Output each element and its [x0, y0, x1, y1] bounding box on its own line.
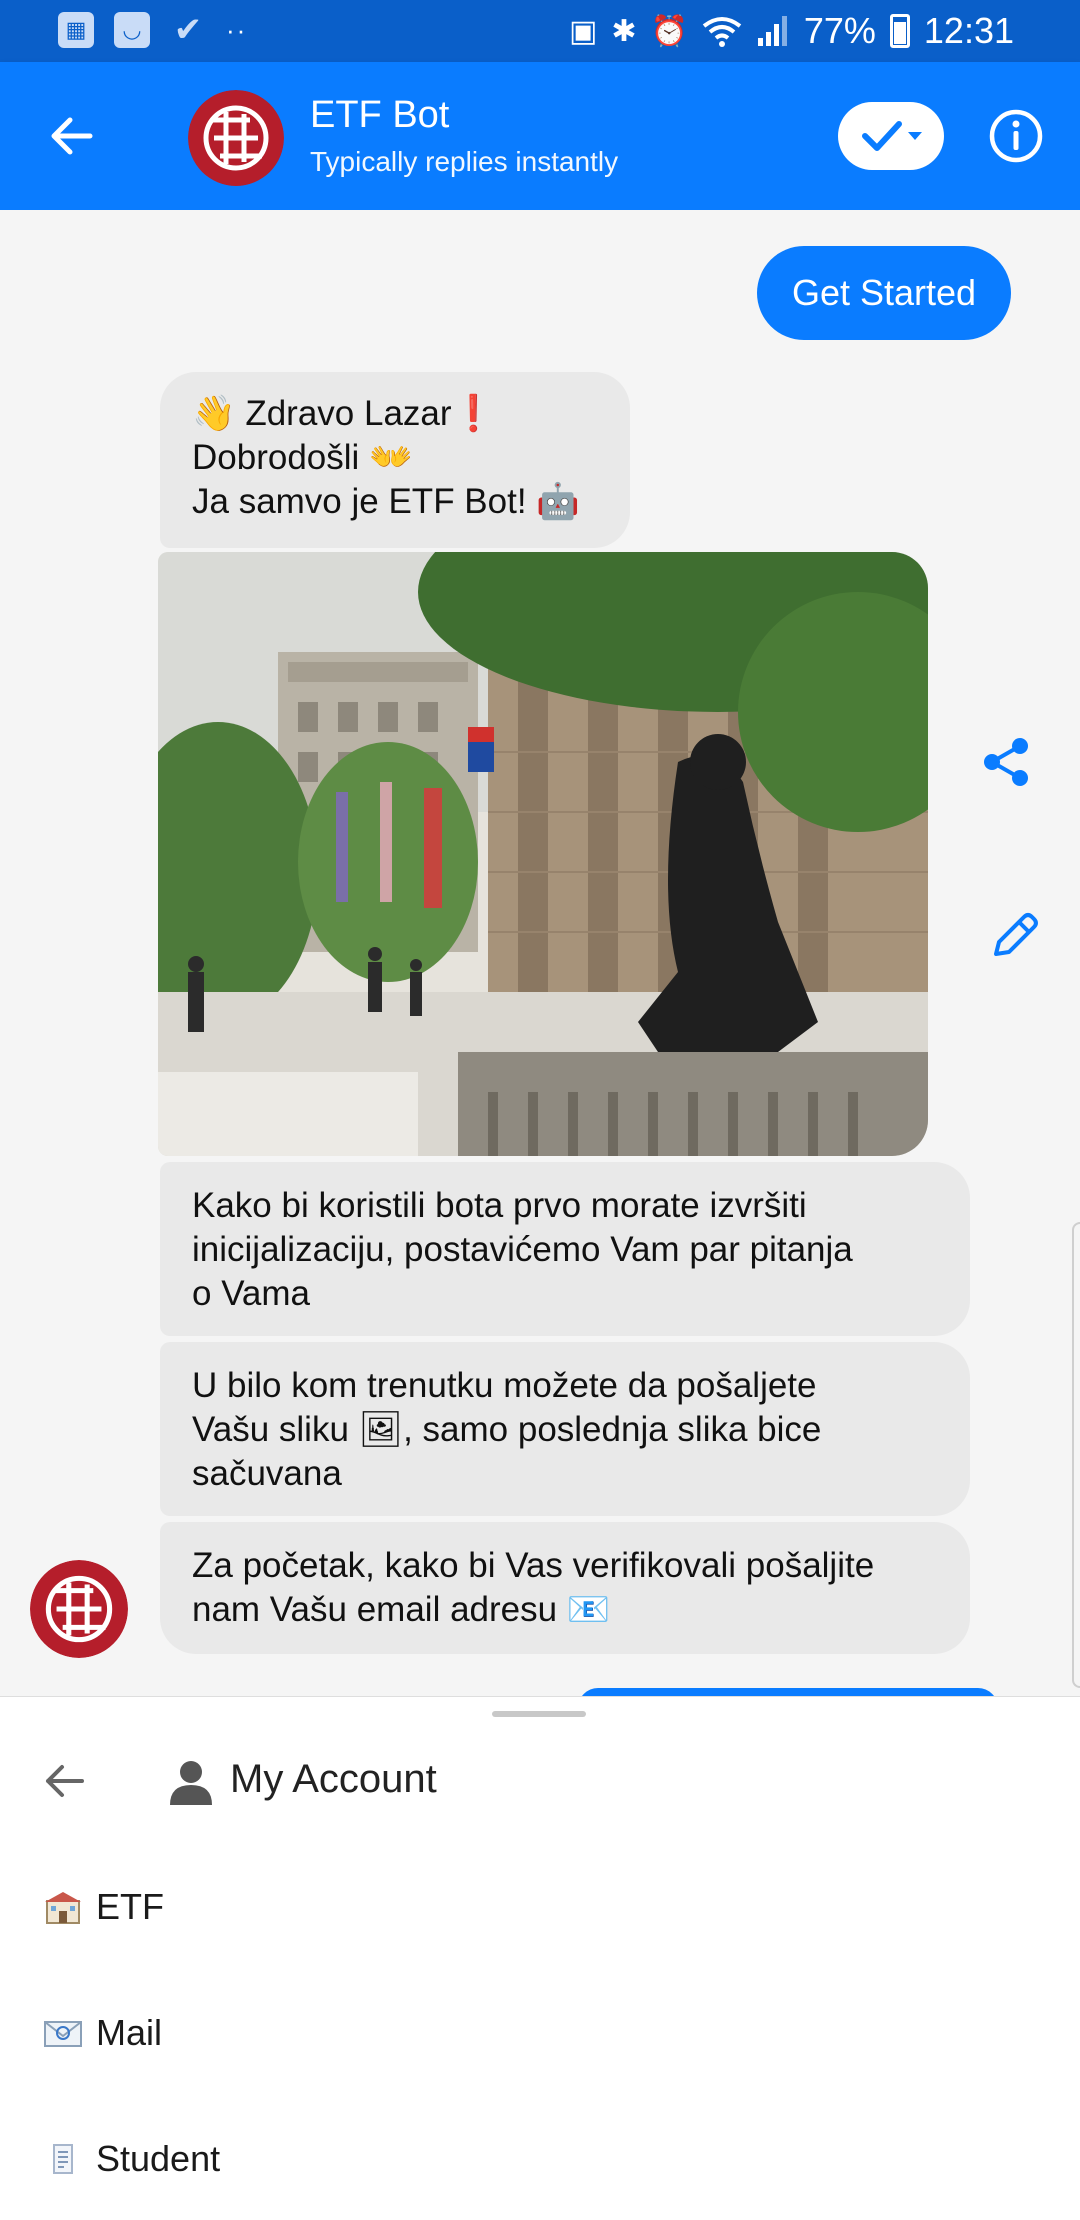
app-notification-icon: ◡	[114, 12, 150, 48]
clock: 12:31	[923, 10, 1014, 51]
bluetooth-icon: ✱	[611, 14, 637, 48]
greeting-line-3: Ja samvo je ETF Bot! 🤖	[192, 482, 580, 522]
back-arrow-icon[interactable]	[42, 106, 102, 166]
edit-pencil-icon[interactable]	[986, 908, 1042, 964]
share-icon[interactable]	[978, 734, 1034, 790]
checkmark-notification-icon: ✔	[173, 11, 203, 49]
bot-message-greeting: 👋 Zdravo Lazar❗ Dobrodošli 👐 Ja samvo je…	[160, 372, 630, 548]
chat-subtitle: Typically replies instantly	[310, 146, 619, 177]
check-icon	[862, 121, 902, 151]
drag-handle[interactable]	[492, 1711, 586, 1717]
partially-hidden-reply-bubble	[578, 1688, 998, 1696]
menu-item-etf[interactable]: ETF	[42, 1867, 1042, 1947]
bot-message-photo[interactable]	[158, 552, 928, 1156]
status-bar: ▦ ◡ ✔ ·· ▣ ✱ ⏰ 77% 12:31	[0, 0, 1080, 62]
user-message-get-started: Get Started	[757, 246, 1011, 340]
document-icon	[42, 2138, 84, 2180]
persistent-menu: My Account ETF Mail Student	[0, 1696, 1080, 2220]
photo-line-3: sačuvana	[192, 1454, 342, 1493]
bot-avatar-small[interactable]	[30, 1560, 128, 1658]
menu-item-label: Mail	[96, 2012, 163, 2053]
email-line-2: nam Vašu email adresu 📧	[192, 1590, 611, 1630]
wifi-icon	[702, 17, 742, 47]
more-notifications-icon: ··	[226, 14, 248, 45]
photo-line-2: Vašu sliku 🖼, samo poslednja slika bice	[192, 1410, 822, 1450]
bot-message-initialization: Kako bi koristili bota prvo morate izvrš…	[160, 1162, 970, 1336]
signal-icon	[757, 16, 787, 46]
photo-line-1: U bilo kom trenutku možete da pošaljete	[192, 1366, 817, 1405]
gallery-notification-icon: ▦	[58, 12, 94, 48]
menu-item-label: ETF	[96, 1886, 164, 1927]
chat-header: ETF Bot Typically replies instantly	[0, 62, 1080, 210]
waving-hand-icon: 👋	[192, 394, 236, 434]
email-envelope-icon: 📧	[566, 1590, 611, 1630]
system-indicators: ▣ ✱ ⏰ 77% 12:31	[569, 10, 1014, 52]
menu-item-label: Student	[96, 2138, 221, 2179]
robot-icon: 🤖	[536, 482, 580, 522]
battery-icon	[889, 14, 910, 48]
menu-item-mail[interactable]: Mail	[42, 1993, 1042, 2073]
open-hands-icon: 👐	[369, 438, 413, 478]
mail-icon	[42, 2012, 84, 2054]
init-line-1: Kako bi koristili bota prvo morate izvrš…	[192, 1186, 807, 1225]
alarm-icon: ⏰	[650, 14, 688, 48]
battery-percent: 77%	[803, 10, 876, 51]
person-icon	[170, 1761, 212, 1805]
bot-avatar[interactable]	[188, 90, 284, 186]
bot-message-photo-info: U bilo kom trenutku možete da pošaljete …	[160, 1342, 970, 1516]
greeting-line-1: 👋 Zdravo Lazar❗	[192, 394, 496, 434]
exclamation-icon: ❗	[451, 394, 496, 434]
chat-title: ETF Bot	[310, 94, 450, 136]
nfc-icon: ▣	[568, 14, 598, 48]
scroll-indicator[interactable]	[1072, 1222, 1080, 1688]
bot-message-email-request: Za početak, kako bi Vas verifikovali poš…	[160, 1522, 970, 1654]
conversation[interactable]: Get Started 👋 Zdravo Lazar❗ Dobrodošli 👐…	[0, 210, 1080, 1696]
notification-icons: ▦ ◡ ✔ ··	[58, 11, 248, 49]
done-dropdown-button[interactable]	[838, 102, 944, 170]
email-line-1: Za početak, kako bi Vas verifikovali poš…	[192, 1546, 875, 1585]
framed-picture-icon: 🖼	[358, 1410, 404, 1450]
school-icon	[42, 1886, 84, 1928]
init-line-3: o Vama	[192, 1274, 311, 1313]
menu-back-arrow-icon[interactable]	[36, 1753, 92, 1809]
info-icon[interactable]	[986, 106, 1046, 166]
greeting-line-2: Dobrodošli 👐	[192, 438, 413, 478]
init-line-2: inicijalizaciju, postavićemo Vam par pit…	[192, 1230, 853, 1269]
menu-item-student[interactable]: Student	[42, 2119, 1042, 2199]
caret-down-icon	[908, 132, 922, 140]
faculty-building-photo	[158, 552, 928, 1156]
menu-title: My Account	[230, 1757, 437, 1801]
